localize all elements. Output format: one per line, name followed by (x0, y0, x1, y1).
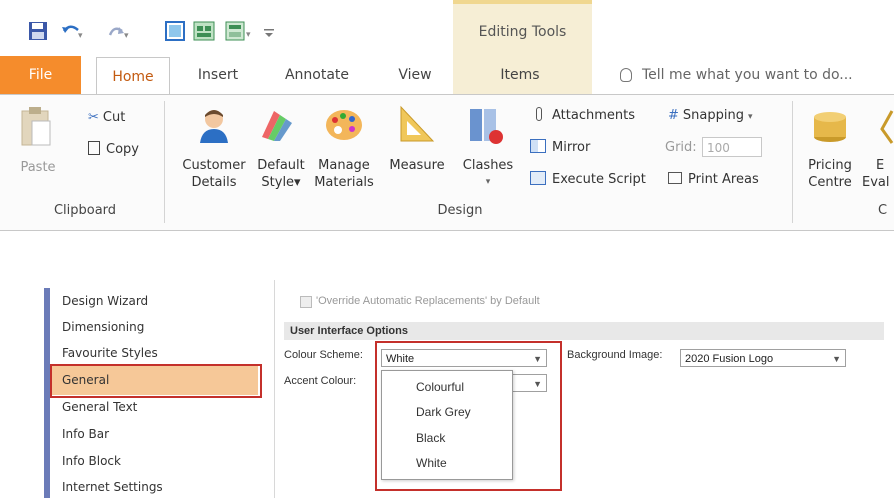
sidebar-item-design-wizard[interactable]: Design Wizard (62, 290, 148, 312)
accent-colour-label: Accent Colour: (284, 375, 357, 387)
editing-tools-label: Editing Tools (478, 24, 567, 40)
paperclip-icon (536, 107, 542, 121)
coins-icon (814, 112, 846, 142)
costing-group-label: C (878, 203, 888, 218)
ribbon-panel: Paste ✂ Cut Copy Clipboard Customer Detai… (0, 94, 894, 231)
override-label: 'Override Automatic Replacements' by Def… (316, 295, 540, 307)
copy-label: Copy (106, 142, 139, 157)
default-style-line1: Default (257, 158, 305, 173)
mirror-label: Mirror (552, 140, 591, 155)
grid-value-input[interactable]: 100 (702, 137, 762, 157)
tab-view[interactable]: View (385, 56, 445, 94)
clashes-button[interactable]: Clashes ▾ (458, 157, 518, 191)
grid-icon: # (668, 108, 679, 123)
attachments-button[interactable]: Attachments (530, 107, 635, 124)
set-square-icon (400, 105, 435, 142)
svg-text:▾: ▾ (246, 30, 251, 40)
ribbon-tabs: File Home Insert Annotate View Items Tel… (0, 56, 894, 95)
mirror-icon (530, 139, 546, 153)
snapping-button[interactable]: # Snapping ▾ (668, 107, 753, 126)
paste-button[interactable]: Paste (18, 159, 58, 176)
undo-icon[interactable]: ▾ (60, 21, 84, 41)
lightbulb-icon (620, 68, 632, 82)
print-areas-button[interactable]: Print Areas (668, 171, 759, 188)
evaluation-icon (880, 110, 894, 144)
sidebar-item-internet-settings[interactable]: Internet Settings (62, 476, 163, 498)
customer-details-button[interactable]: Customer Details (175, 157, 253, 191)
measure-button[interactable]: Measure (381, 157, 453, 174)
save-icon[interactable] (28, 21, 48, 41)
customer-details-line1: Customer (182, 158, 246, 173)
printer-icon (668, 172, 682, 184)
execute-script-button[interactable]: Execute Script (530, 171, 646, 188)
tab-insert[interactable]: Insert (188, 56, 248, 94)
tell-me-search[interactable]: Tell me what you want to do... (620, 56, 890, 94)
design-group-label: Design (437, 203, 483, 218)
quick-access-toolbar: Editing Tools ▾ ▾ ▾ (0, 0, 894, 56)
clashes-label: Clashes (462, 158, 514, 173)
sidebar-item-favourite-styles[interactable]: Favourite Styles (62, 342, 158, 364)
redo-icon[interactable]: ▾ (106, 21, 130, 41)
annotation-highlight-general (50, 364, 262, 398)
pricing-centre-line1: Pricing (808, 158, 852, 173)
cut-label: Cut (102, 110, 126, 125)
evaluation-line1: E (876, 158, 885, 173)
attachments-label: Attachments (552, 108, 635, 123)
mirror-button[interactable]: Mirror (530, 139, 590, 156)
background-image-label: Background Image: (567, 349, 663, 361)
evaluation-button[interactable]: E Eval (862, 157, 894, 191)
tab-home[interactable]: Home (96, 57, 170, 95)
svg-text:▾: ▾ (124, 31, 129, 41)
evaluation-line2: Eval (862, 175, 890, 190)
select-icon[interactable] (165, 21, 185, 41)
tab-items[interactable]: Items (490, 56, 550, 94)
scissors-icon: ✂ (88, 110, 99, 125)
panel-divider (274, 280, 275, 498)
cut-button[interactable]: ✂ Cut (88, 109, 125, 126)
background-image-value: 2020 Fusion Logo (685, 353, 774, 365)
script-icon (530, 171, 546, 185)
clipboard-group-label: Clipboard (53, 203, 117, 218)
pricing-centre-button[interactable]: Pricing Centre (800, 157, 860, 191)
background-image-select[interactable]: 2020 Fusion Logo ▼ (680, 349, 846, 367)
svg-text:▾: ▾ (78, 31, 83, 41)
grid-label: Grid: (665, 140, 697, 155)
paste-icon (21, 107, 51, 146)
clashes-dropdown-arrow: ▾ (485, 177, 491, 187)
pricing-centre-line2: Centre (808, 175, 852, 190)
clashes-icon (470, 109, 503, 144)
window-icon[interactable] (193, 21, 215, 41)
copy-button[interactable]: Copy (88, 141, 139, 158)
manage-materials-line2: Materials (314, 175, 374, 190)
layout-icon[interactable]: ▾ (225, 21, 255, 41)
manage-materials-line1: Manage (318, 158, 370, 173)
tab-annotate[interactable]: Annotate (275, 56, 359, 94)
annotation-highlight-dropdown (375, 341, 562, 491)
chevron-down-icon: ▼ (832, 354, 841, 364)
override-checkbox[interactable] (300, 296, 312, 308)
contextual-tab-group: Editing Tools (453, 0, 592, 56)
snapping-label: Snapping (682, 108, 744, 123)
customize-icon[interactable] (262, 21, 276, 41)
sidebar-item-info-block[interactable]: Info Block (62, 450, 121, 472)
palette-icon (326, 110, 362, 140)
print-areas-label: Print Areas (688, 172, 759, 187)
execute-script-label: Execute Script (552, 172, 646, 187)
copy-icon (88, 141, 100, 155)
person-icon (200, 110, 228, 143)
colour-scheme-label: Colour Scheme: (284, 349, 363, 361)
sidebar-item-info-bar[interactable]: Info Bar (62, 423, 109, 445)
default-style-button[interactable]: Default Style▾ (252, 157, 310, 191)
tell-me-text: Tell me what you want to do... (642, 67, 853, 83)
default-style-line2: Style▾ (261, 175, 301, 190)
section-heading: User Interface Options (284, 322, 884, 340)
style-swatches-icon (262, 111, 292, 141)
sidebar-item-general-text[interactable]: General Text (62, 396, 137, 418)
sidebar-item-dimensioning[interactable]: Dimensioning (62, 316, 144, 338)
customer-details-line2: Details (191, 175, 237, 190)
manage-materials-button[interactable]: Manage Materials (314, 157, 374, 191)
tab-file[interactable]: File (0, 56, 81, 94)
